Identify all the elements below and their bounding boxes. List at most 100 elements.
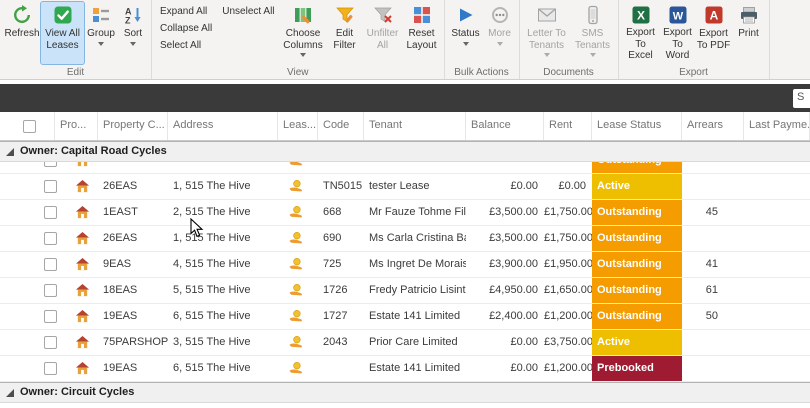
- tenant-cell: Prior Care Limited: [364, 330, 466, 355]
- property-code-cell: 26EAS: [98, 226, 168, 251]
- arrears-cell: [682, 330, 744, 355]
- code-cell: TN5015: [318, 174, 364, 199]
- group-row-circuit-cycles[interactable]: Owner: Circuit Cycles: [0, 382, 810, 403]
- column-header-lease-status[interactable]: Lease Status: [592, 112, 682, 140]
- group-button[interactable]: Group: [84, 2, 118, 64]
- export-to-excel-button[interactable]: X Export To Excel: [622, 2, 660, 64]
- ribbon-group-bulk-actions: Status More Bulk Actions: [445, 0, 520, 79]
- letter-to-tenants-button[interactable]: Letter To Tenants: [523, 2, 571, 64]
- lease-status-cell: Outstanding: [592, 162, 682, 173]
- row-checkbox-cell: [0, 200, 55, 225]
- column-header-property-c[interactable]: Property C...: [98, 112, 168, 140]
- select-all-checkbox[interactable]: [23, 120, 36, 133]
- view-all-leases-button[interactable]: View All Leases: [41, 2, 84, 64]
- lease-status-cell: Active: [592, 174, 682, 199]
- hand-coin-icon: [288, 309, 303, 324]
- last-payment-cell: [744, 304, 810, 329]
- balance-cell: £0.00: [466, 330, 544, 355]
- tenant-cell: [364, 162, 466, 173]
- search-box[interactable]: S: [793, 89, 810, 108]
- rent-cell: [544, 162, 592, 173]
- column-header-last-payme[interactable]: Last Payme...: [744, 112, 810, 140]
- column-header-balance[interactable]: Balance: [466, 112, 544, 140]
- row-checkbox-cell: [0, 226, 55, 251]
- column-header-tenant[interactable]: Tenant: [364, 112, 466, 140]
- arrears-cell: [682, 162, 744, 173]
- reset-layout-button[interactable]: Reset Layout: [403, 2, 441, 64]
- ribbon-group-label-view: View: [152, 67, 444, 78]
- choose-columns-button[interactable]: Choose Columns: [280, 2, 327, 64]
- app-window: Refresh View All Leases Group AZ Sort Ed: [0, 0, 810, 408]
- edit-filter-label: Edit Filter: [328, 28, 362, 51]
- column-header-pro[interactable]: Pro...: [55, 112, 98, 140]
- reset-layout-icon: [412, 5, 432, 26]
- lease-row[interactable]: 9EAS4, 515 The Hive725Ms Ingret De Morai…: [0, 252, 810, 278]
- select-all-button[interactable]: Select All: [157, 37, 215, 54]
- lease-row[interactable]: 26EAS1, 515 The HiveTN5015tester Lease£0…: [0, 174, 810, 200]
- arrears-cell: 41: [682, 252, 744, 277]
- column-header-leas[interactable]: Leas...: [278, 112, 318, 140]
- mouse-cursor: [190, 218, 204, 238]
- ribbon-group-view: Expand All Collapse All Select All Unsel…: [152, 0, 445, 79]
- chevron-down-icon: [590, 53, 596, 57]
- sort-button[interactable]: AZ Sort: [118, 2, 148, 64]
- sms-tenants-label: SMS Tenants: [572, 28, 614, 51]
- lease-status-badge: Outstanding: [592, 278, 682, 303]
- property-type-cell: [55, 356, 98, 381]
- reset-layout-label: Reset Layout: [404, 28, 440, 51]
- status-button[interactable]: Status: [448, 2, 484, 64]
- group-row-capital-road-cycles[interactable]: Owner: Capital Road Cycles: [0, 141, 810, 162]
- lease-row[interactable]: 19EAS6, 515 The HiveEstate 141 Limited£0…: [0, 356, 810, 382]
- more-button[interactable]: More: [484, 2, 516, 64]
- export-to-word-button[interactable]: W Export To Word: [660, 2, 696, 64]
- lease-row[interactable]: 26EAS1, 515 The Hive690Ms Carla Cristina…: [0, 226, 810, 252]
- rent-cell: £1,750.00: [544, 200, 592, 225]
- mobile-phone-icon: [583, 5, 603, 26]
- lease-type-cell: [278, 278, 318, 303]
- column-header-arrears[interactable]: Arrears: [682, 112, 744, 140]
- print-button[interactable]: Print: [732, 2, 766, 64]
- property-type-cell: [55, 162, 98, 173]
- row-checkbox-cell: [0, 162, 55, 173]
- lease-row[interactable]: Outstanding: [0, 162, 810, 174]
- lease-row[interactable]: 75PARSHOP3, 515 The Hive2043Prior Care L…: [0, 330, 810, 356]
- column-header-rent[interactable]: Rent: [544, 112, 592, 140]
- refresh-button[interactable]: Refresh: [3, 2, 41, 64]
- export-to-pdf-button[interactable]: A Export To PDF: [696, 2, 732, 64]
- sms-tenants-button[interactable]: SMS Tenants: [571, 2, 615, 64]
- house-icon: [75, 361, 90, 376]
- property-code-cell: [98, 162, 168, 173]
- lease-row[interactable]: 18EAS5, 515 The Hive1726Fredy Patricio L…: [0, 278, 810, 304]
- unselect-all-button[interactable]: Unselect All: [219, 3, 277, 20]
- collapse-group-icon[interactable]: [6, 389, 14, 397]
- rent-cell: £1,650.00: [544, 278, 592, 303]
- svg-text:A: A: [709, 9, 718, 23]
- collapse-all-button[interactable]: Collapse All: [157, 20, 215, 37]
- row-checkbox-cell: [0, 252, 55, 277]
- arrears-cell: 50: [682, 304, 744, 329]
- lease-row[interactable]: 1EAST2, 515 The Hive668Mr Fauze Tohme Fi…: [0, 200, 810, 226]
- choose-columns-label: Choose Columns: [281, 28, 326, 51]
- lease-status-badge: Outstanding: [592, 226, 682, 251]
- tenant-cell: Estate 141 Limited: [364, 304, 466, 329]
- code-cell: 1727: [318, 304, 364, 329]
- rent-cell: £0.00: [544, 174, 592, 199]
- expand-all-button[interactable]: Expand All: [157, 3, 215, 20]
- edit-filter-button[interactable]: Edit Filter: [327, 2, 363, 64]
- rent-cell: £1,950.00: [544, 252, 592, 277]
- last-payment-cell: [744, 330, 810, 355]
- hand-coin-icon: [288, 361, 303, 376]
- chevron-down-icon: [98, 42, 104, 46]
- column-header-code[interactable]: Code: [318, 112, 364, 140]
- column-header-address[interactable]: Address: [168, 112, 278, 140]
- lease-type-cell: [278, 330, 318, 355]
- property-type-cell: [55, 304, 98, 329]
- lease-status-cell: Outstanding: [592, 252, 682, 277]
- unfilter-all-button[interactable]: Unfilter All: [363, 2, 403, 64]
- ribbon: Refresh View All Leases Group AZ Sort Ed: [0, 0, 810, 80]
- code-cell: [318, 162, 364, 173]
- window-chrome-band: S: [0, 84, 810, 112]
- lease-row[interactable]: 19EAS6, 515 The Hive1727Estate 141 Limit…: [0, 304, 810, 330]
- collapse-group-icon[interactable]: [6, 148, 14, 156]
- column-header-select-all[interactable]: [0, 112, 55, 140]
